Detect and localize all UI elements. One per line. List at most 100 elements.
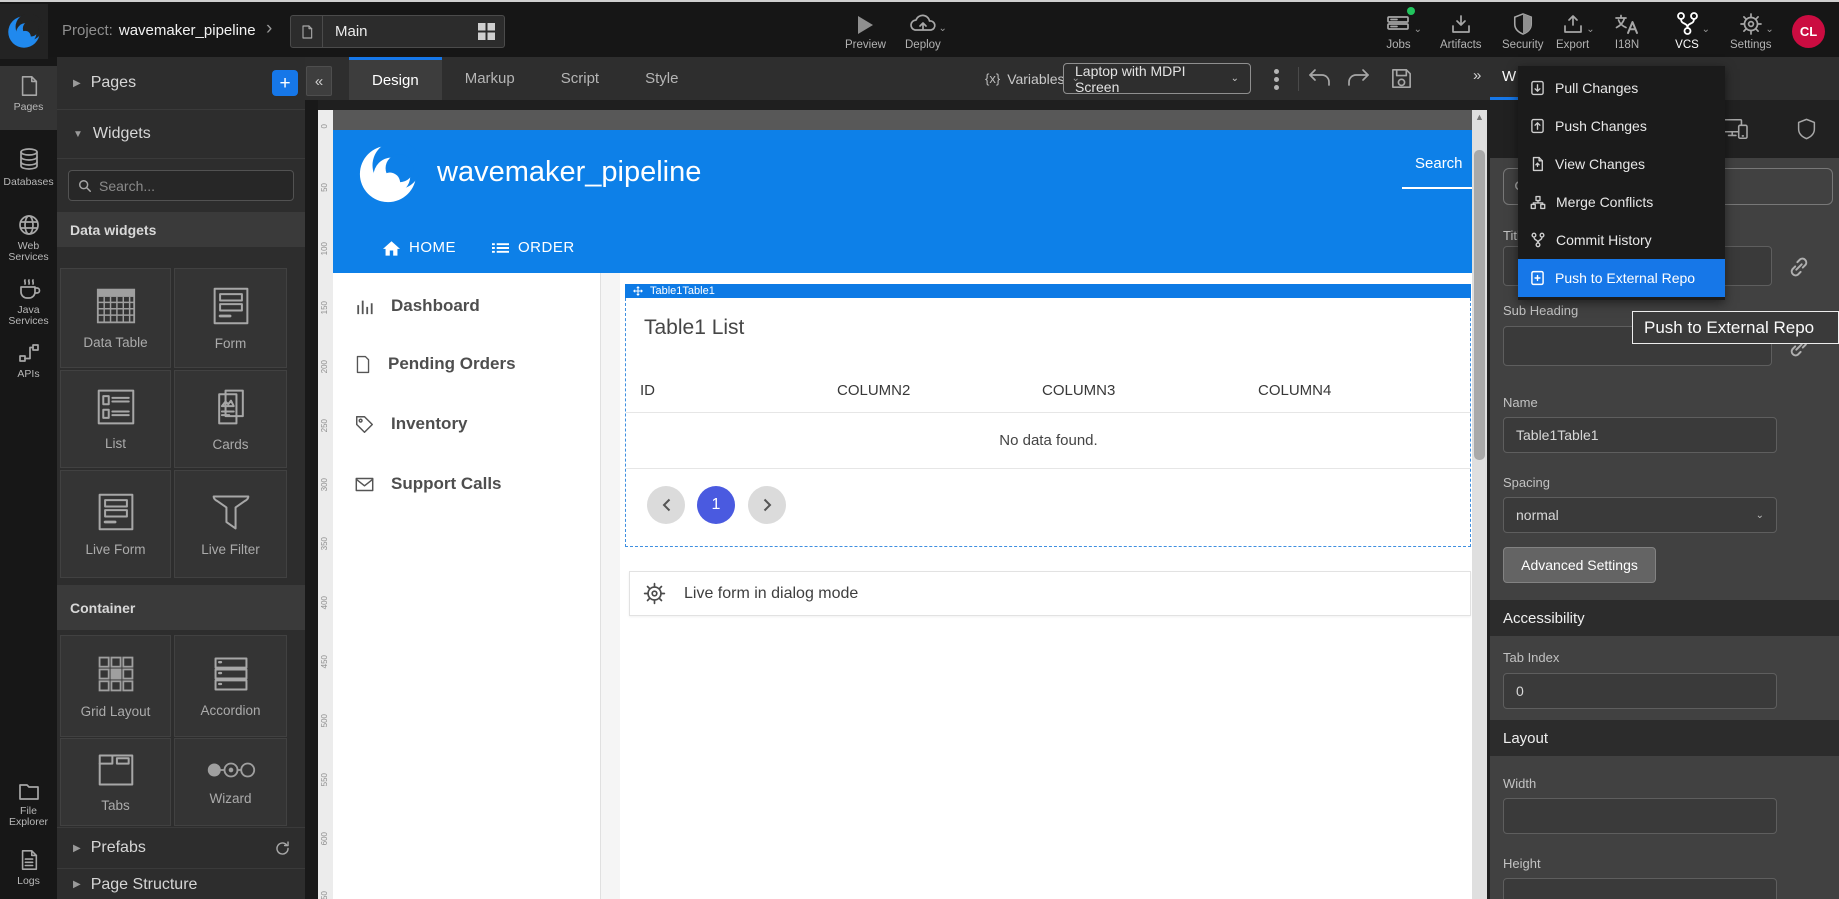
i18n-button[interactable]: I18N [1614, 10, 1640, 51]
widget-tab-label[interactable]: W [1502, 68, 1516, 85]
expand-right-panel-button[interactable]: » [1473, 67, 1481, 84]
rail-item-file-explorer[interactable]: File Explorer [0, 772, 57, 838]
tab-style[interactable]: Style [622, 57, 701, 100]
menu-item-merge-conflicts[interactable]: Merge Conflicts [1518, 183, 1725, 221]
title-bind-link-icon[interactable] [1786, 254, 1812, 280]
live-form-gear-icon [642, 581, 667, 606]
more-options-button[interactable] [1268, 66, 1284, 92]
widget-tile-accordion[interactable]: Accordion [174, 635, 287, 737]
accessibility-section-header[interactable]: Accessibility [1490, 600, 1839, 636]
rail-item-web-services[interactable]: Web Services [0, 205, 57, 269]
column-header-id[interactable]: ID [640, 382, 655, 399]
widget-tile-live-form[interactable]: Live Form [60, 470, 171, 578]
widget-tile-cards[interactable]: Cards [174, 370, 287, 468]
user-avatar[interactable]: CL [1792, 15, 1825, 48]
menu-item-push-changes[interactable]: Push Changes [1518, 107, 1725, 145]
pages-section-header[interactable]: ▶ Pages + [57, 57, 305, 110]
deploy-button[interactable]: ⌄ Deploy [905, 10, 941, 51]
widget-tile-form[interactable]: Form [174, 268, 287, 368]
vcs-button[interactable]: ⌄ VCS [1674, 10, 1700, 51]
page-tab-label: Main [323, 23, 478, 40]
menu-item-inventory[interactable]: Inventory [355, 414, 468, 434]
widgets-section-header[interactable]: ▼ Widgets [57, 110, 305, 159]
canvas-gutter [305, 100, 318, 899]
app-header[interactable]: wavemaker_pipeline Search [333, 130, 1472, 222]
design-canvas-page[interactable]: wavemaker_pipeline Search HOME ORDER Das… [333, 130, 1472, 899]
page-tab-main[interactable]: Main [290, 15, 505, 48]
rail-item-java-services[interactable]: Java Services [0, 269, 57, 333]
artifacts-button[interactable]: Artifacts [1440, 10, 1482, 51]
tab-script[interactable]: Script [538, 57, 622, 100]
widget-search[interactable] [68, 170, 294, 201]
logs-icon [18, 848, 40, 872]
menu-item-push-to-external-repo[interactable]: Push to External Repo [1518, 259, 1725, 297]
export-button[interactable]: ⌄ Export [1556, 10, 1589, 51]
selected-widget-tag[interactable]: Table1Table1 [625, 284, 1471, 298]
widget-search-input[interactable] [99, 178, 269, 194]
pagination-next-button[interactable] [748, 486, 786, 524]
add-page-button[interactable]: + [272, 70, 298, 96]
menu-item-pull-changes[interactable]: Pull Changes [1518, 69, 1725, 107]
view-changes-icon [1530, 156, 1545, 172]
redo-button[interactable] [1345, 66, 1371, 90]
pagination-page-1-button[interactable]: 1 [697, 486, 735, 524]
settings-button[interactable]: ⌄ Settings [1730, 10, 1772, 51]
devices-icon[interactable] [1721, 117, 1749, 141]
height-label: Height [1503, 856, 1541, 871]
prefabs-refresh-icon[interactable] [274, 840, 291, 857]
nav-item-home[interactable]: HOME [383, 222, 456, 273]
canvas-scrollbar[interactable]: ▲ [1472, 110, 1487, 899]
app-search-link[interactable]: Search [1415, 155, 1463, 172]
rail-item-pages[interactable]: Pages [0, 66, 57, 130]
jobs-button[interactable]: ⌄ Jobs [1386, 10, 1411, 51]
column-header-column4[interactable]: COLUMN4 [1258, 382, 1331, 399]
widget-tile-wizard[interactable]: Wizard [174, 738, 287, 826]
security-button[interactable]: Security [1502, 10, 1544, 51]
menu-scroll-track[interactable] [601, 273, 620, 899]
rail-item-databases[interactable]: Databases [0, 139, 57, 197]
menu-item-view-changes[interactable]: View Changes [1518, 145, 1725, 183]
preview-button[interactable]: Preview [845, 10, 886, 51]
shield-icon[interactable] [1796, 117, 1817, 141]
collapse-panel-button[interactable]: « [306, 66, 332, 96]
wavemaker-logo[interactable] [0, 4, 48, 59]
menu-item-commit-history[interactable]: Commit History [1518, 221, 1725, 259]
scrollbar-thumb[interactable] [1474, 150, 1485, 460]
advanced-settings-button[interactable]: Advanced Settings [1503, 547, 1656, 583]
vcs-dropdown-menu: Pull Changes Push Changes View Changes M… [1518, 66, 1725, 300]
widget-tile-tabs[interactable]: Tabs [60, 738, 171, 826]
scroll-up-arrow-icon[interactable]: ▲ [1472, 112, 1487, 122]
tab-design[interactable]: Design [349, 57, 442, 100]
layout-section-header[interactable]: Layout [1490, 720, 1839, 756]
menu-item-dashboard[interactable]: Dashboard [355, 296, 480, 316]
page-grid-icon[interactable] [478, 23, 495, 40]
tab-index-input[interactable] [1503, 673, 1777, 709]
nav-item-order[interactable]: ORDER [492, 222, 575, 273]
save-button[interactable] [1389, 66, 1414, 91]
widget-tile-live-filter[interactable]: Live Filter [174, 470, 287, 578]
table-widget[interactable]: Table1 List ID COLUMN2 COLUMN3 COLUMN4 N… [625, 298, 1471, 547]
rail-item-apis[interactable]: APIs [0, 333, 57, 391]
height-input[interactable] [1503, 878, 1777, 899]
cards-icon [211, 386, 251, 428]
column-header-column3[interactable]: COLUMN3 [1042, 382, 1115, 399]
rail-item-logs[interactable]: Logs [0, 840, 57, 896]
column-header-column2[interactable]: COLUMN2 [837, 382, 910, 399]
name-input[interactable] [1503, 417, 1777, 453]
pagination-prev-button[interactable] [647, 486, 685, 524]
menu-item-pending-orders[interactable]: Pending Orders [355, 354, 516, 374]
widget-tile-data-table[interactable]: Data Table [60, 268, 171, 368]
menu-item-support-calls[interactable]: Support Calls [355, 474, 502, 494]
prefabs-section-header[interactable]: ▶ Prefabs [57, 827, 305, 869]
widget-tile-grid-layout[interactable]: Grid Layout [60, 635, 171, 737]
page-structure-section-header[interactable]: ▶ Page Structure [57, 870, 305, 899]
width-input[interactable] [1503, 798, 1777, 834]
device-selector[interactable]: Laptop with MDPI Screen ⌄ [1063, 63, 1251, 94]
tab-markup[interactable]: Markup [442, 57, 538, 100]
spacing-select[interactable]: normal ⌄ [1503, 497, 1777, 533]
push-changes-icon [1530, 118, 1545, 134]
page-structure-chevron-icon: ▶ [73, 879, 81, 890]
widget-tile-list[interactable]: List [60, 370, 171, 468]
undo-button[interactable] [1307, 66, 1333, 90]
live-form-widget[interactable]: Live form in dialog mode [629, 571, 1471, 616]
